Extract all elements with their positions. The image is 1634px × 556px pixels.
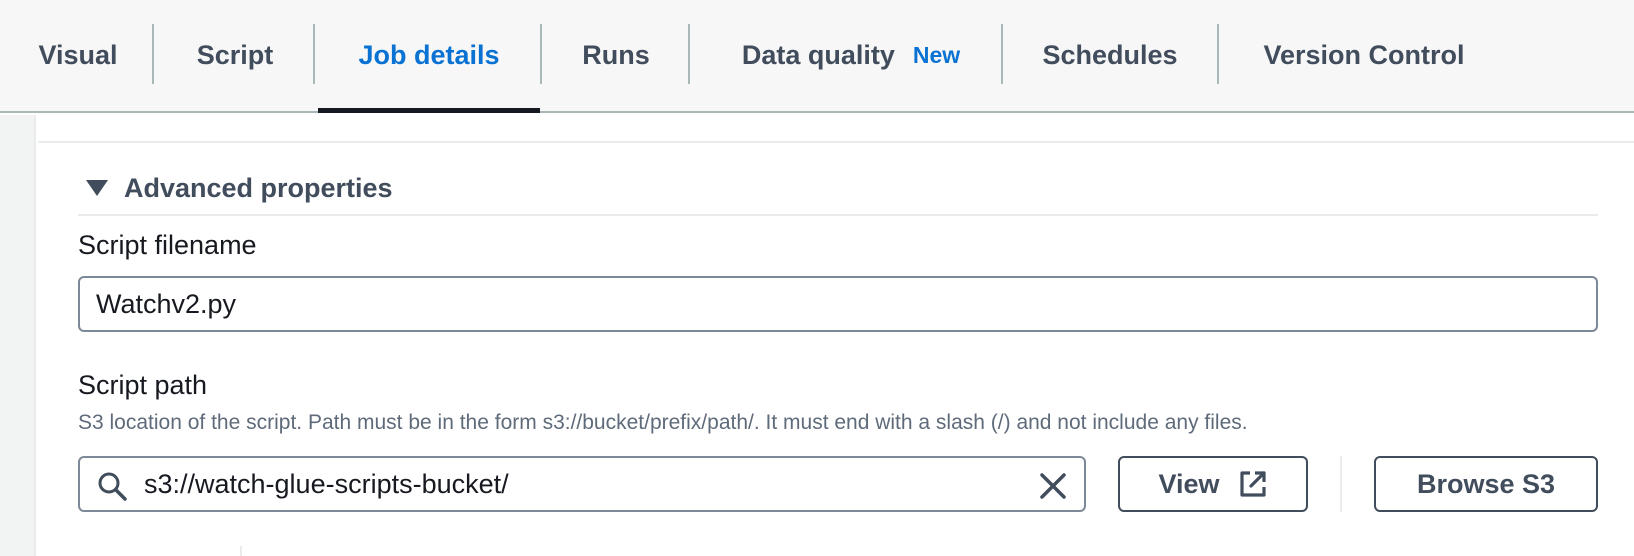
browse-s3-button[interactable]: Browse S3 <box>1374 456 1598 512</box>
left-gutter <box>0 115 36 556</box>
tab-divider <box>688 24 690 84</box>
tab-label: Version Control <box>1263 40 1465 70</box>
close-icon[interactable] <box>1038 471 1068 501</box>
search-icon <box>96 470 128 502</box>
script-filename-value: Watchv2.py <box>96 288 237 319</box>
script-path-label: Script path <box>78 370 208 400</box>
tab-data-quality[interactable]: Data quality New <box>716 0 986 111</box>
external-link-icon <box>1238 469 1268 499</box>
tab-divider <box>313 24 315 84</box>
tab-runs[interactable]: Runs <box>556 0 676 111</box>
tab-divider <box>1001 24 1003 84</box>
advanced-properties-toggle[interactable]: Advanced properties <box>86 170 393 206</box>
tab-divider <box>1217 24 1219 84</box>
partial-divider <box>240 546 242 556</box>
tab-visual[interactable]: Visual <box>14 0 142 111</box>
script-filename-label: Script filename <box>78 230 257 260</box>
tab-label: Script <box>196 40 274 70</box>
tab-script[interactable]: Script <box>168 0 302 111</box>
script-path-description: S3 location of the script. Path must be … <box>78 411 1248 434</box>
tab-label: Data quality <box>741 40 895 70</box>
view-button[interactable]: View <box>1118 456 1308 512</box>
tab-version-control[interactable]: Version Control <box>1244 0 1484 111</box>
tab-job-details[interactable]: Job details <box>318 0 540 113</box>
tab-divider <box>152 24 154 84</box>
section-divider <box>38 141 1634 143</box>
script-path-input[interactable]: s3://watch-glue-scripts-bucket/ <box>78 456 1086 512</box>
tab-schedules[interactable]: Schedules <box>1030 0 1190 111</box>
tab-divider <box>540 24 542 84</box>
tab-bar: Visual Script Job details Runs Data qual… <box>0 0 1634 113</box>
caret-down-icon <box>86 180 108 196</box>
advanced-properties-heading: Advanced properties <box>124 172 393 203</box>
new-badge: New <box>912 42 961 68</box>
advanced-properties-divider <box>78 214 1598 216</box>
browse-s3-button-label: Browse S3 <box>1416 468 1556 499</box>
script-path-value: s3://watch-glue-scripts-bucket/ <box>144 468 509 499</box>
tab-label: Schedules <box>1042 40 1178 70</box>
button-divider <box>1340 456 1342 512</box>
view-button-label: View <box>1158 468 1220 499</box>
script-filename-input[interactable]: Watchv2.py <box>78 276 1598 332</box>
tab-label: Job details <box>358 40 500 70</box>
tab-label: Visual <box>38 40 118 70</box>
tab-label: Runs <box>582 40 650 70</box>
